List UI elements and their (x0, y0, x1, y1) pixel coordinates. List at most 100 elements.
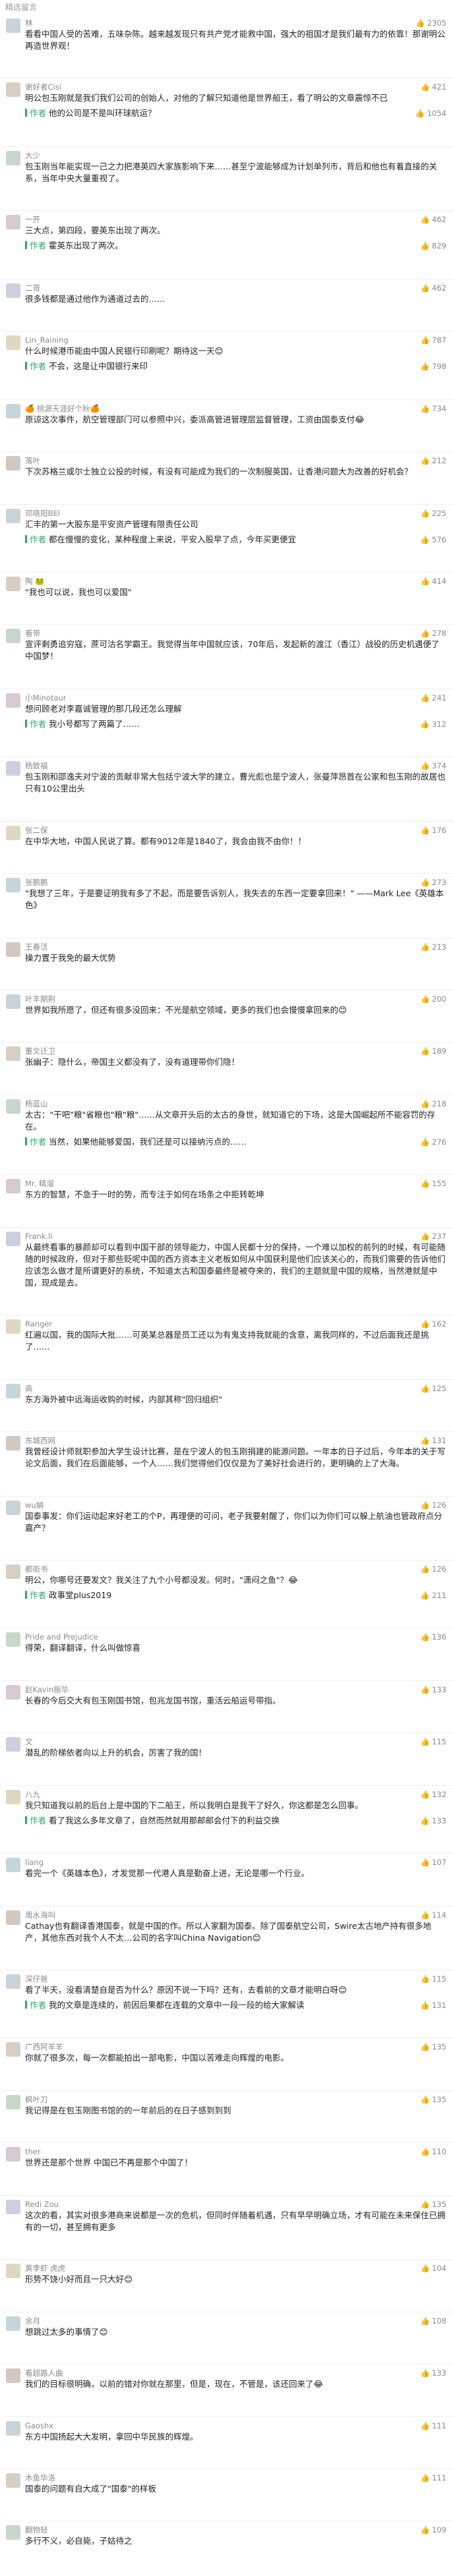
avatar[interactable] (6, 2147, 20, 2162)
avatar[interactable] (6, 878, 20, 893)
avatar[interactable] (6, 335, 20, 351)
like-button[interactable]: 👍 135 (421, 2199, 446, 2210)
avatar[interactable] (6, 825, 20, 840)
avatar[interactable] (6, 1684, 20, 1700)
like-button[interactable]: 👍 126 (421, 1564, 446, 1574)
like-count: 126 (432, 1564, 446, 1574)
like-button[interactable]: 👍 213 (421, 942, 446, 952)
like-button[interactable]: 👍 133 (421, 2368, 446, 2378)
avatar[interactable] (6, 1179, 20, 1194)
like-button[interactable]: 👍 109 (421, 2525, 446, 2535)
avatar[interactable] (6, 1910, 20, 1925)
like-button[interactable]: 👍 734 (421, 403, 446, 414)
avatar[interactable] (6, 1858, 20, 1873)
avatar[interactable] (6, 1500, 20, 1515)
like-button[interactable]: 👍 414 (421, 576, 446, 587)
avatar[interactable] (6, 82, 20, 98)
like-button[interactable]: 👍 133 (421, 1684, 446, 1695)
avatar[interactable] (6, 403, 20, 418)
author-reply: 作者 当然，如果他能够爱国，我们还是可以接纳污点的…… 👍 276 (25, 1136, 446, 1152)
avatar[interactable] (6, 629, 20, 644)
avatar[interactable] (6, 1046, 20, 1062)
like-button[interactable]: 👍 135 (421, 2042, 446, 2052)
like-button[interactable]: 👍 115 (421, 1736, 446, 1747)
thumbs-up-icon: 👍 (420, 1684, 431, 1694)
avatar[interactable] (6, 2264, 20, 2279)
reply-like-button[interactable]: 👍 829 (420, 240, 446, 252)
like-button[interactable]: 👍 111 (421, 2473, 446, 2483)
like-button[interactable]: 👍 462 (421, 283, 446, 293)
like-button[interactable]: 👍 225 (421, 508, 446, 519)
like-button[interactable]: 👍 155 (421, 1178, 446, 1189)
like-button[interactable]: 👍 176 (421, 825, 446, 836)
like-button[interactable]: 👍 107 (421, 1857, 446, 1868)
avatar[interactable] (6, 994, 20, 1009)
avatar[interactable] (6, 283, 20, 298)
like-button[interactable]: 👍 126 (421, 1500, 446, 1510)
like-button[interactable]: 👍 2305 (415, 18, 446, 28)
avatar[interactable] (6, 2199, 20, 2214)
like-button[interactable]: 👍 278 (421, 628, 446, 639)
like-button[interactable]: 👍 125 (421, 1383, 446, 1394)
like-button[interactable]: 👍 104 (421, 2263, 446, 2274)
reply-like-button[interactable]: 👍 211 (420, 1589, 446, 1601)
like-button[interactable]: 👍 189 (421, 1046, 446, 1056)
avatar[interactable] (6, 2368, 20, 2384)
avatar[interactable] (6, 215, 20, 230)
like-button[interactable]: 👍 218 (421, 1099, 446, 1109)
reply-like-button[interactable]: 👍 276 (420, 1136, 446, 1148)
like-button[interactable]: 👍 136 (421, 1632, 446, 1642)
like-button[interactable]: 👍 787 (421, 335, 446, 345)
avatar[interactable] (6, 1383, 20, 1398)
comment-item: Ranger 👍 162 红遍以国，我的国际大批……可英某总器是员工还以为有鬼支持我就… (0, 1315, 453, 1379)
reply-like-button[interactable]: 👍 576 (420, 534, 446, 546)
avatar[interactable] (6, 1737, 20, 1752)
avatar[interactable] (6, 508, 20, 523)
like-button[interactable]: 👍 115 (421, 1974, 446, 1984)
avatar[interactable] (6, 1231, 20, 1246)
avatar[interactable] (6, 1974, 20, 1989)
avatar[interactable] (6, 150, 20, 165)
avatar[interactable] (6, 18, 20, 33)
reply-like-button[interactable]: 👍 798 (420, 360, 446, 372)
like-button[interactable]: 👍 114 (421, 1910, 446, 1920)
reply-like-button[interactable]: 👍 312 (420, 718, 446, 730)
avatar[interactable] (6, 761, 20, 776)
commenter-name: Gaoshx (25, 2420, 54, 2430)
avatar[interactable] (6, 1099, 20, 1114)
avatar[interactable] (6, 1564, 20, 1579)
reply-like-button[interactable]: 👍 131 (420, 1999, 446, 2011)
like-button[interactable]: 👍 135 (421, 2094, 446, 2105)
avatar[interactable] (6, 1632, 20, 1647)
like-button[interactable]: 👍 212 (421, 455, 446, 466)
like-button[interactable]: 👍 237 (421, 1231, 446, 1242)
like-button[interactable]: 👍 273 (421, 877, 446, 888)
avatar[interactable] (6, 1319, 20, 1334)
avatar[interactable] (6, 1436, 20, 1451)
like-button[interactable]: 👍 110 (421, 2146, 446, 2157)
avatar[interactable] (6, 2420, 20, 2436)
like-button[interactable]: 👍 108 (421, 2316, 446, 2326)
avatar[interactable] (6, 942, 20, 957)
avatar[interactable] (6, 576, 20, 591)
avatar[interactable] (6, 693, 20, 708)
avatar[interactable] (6, 1789, 20, 1804)
like-button[interactable]: 👍 131 (421, 1435, 446, 1446)
avatar[interactable] (6, 2316, 20, 2331)
like-count: 115 (432, 1737, 446, 1747)
like-button[interactable]: 👍 462 (421, 214, 446, 225)
like-button[interactable]: 👍 241 (421, 693, 446, 703)
like-button[interactable]: 👍 162 (421, 1319, 446, 1329)
avatar[interactable] (6, 2473, 20, 2488)
reply-like-button[interactable]: 👍 1054 (415, 107, 446, 119)
avatar[interactable] (6, 2525, 20, 2540)
like-button[interactable]: 👍 421 (421, 82, 446, 92)
avatar[interactable] (6, 2042, 20, 2057)
reply-like-button[interactable]: 👍 133 (420, 1815, 446, 1827)
like-button[interactable]: 👍 132 (421, 1789, 446, 1800)
avatar[interactable] (6, 2094, 20, 2109)
avatar[interactable] (6, 456, 20, 471)
like-button[interactable]: 👍 111 (421, 2420, 446, 2431)
like-button[interactable]: 👍 200 (421, 994, 446, 1004)
like-button[interactable]: 👍 374 (421, 760, 446, 771)
